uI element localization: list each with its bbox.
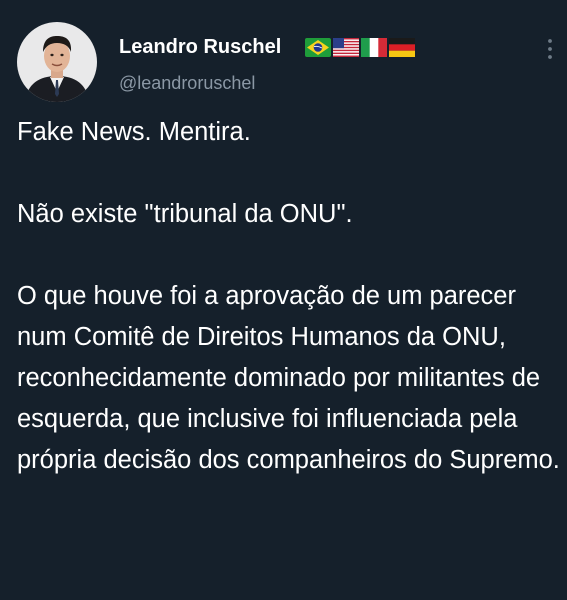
author-handle[interactable]: @leandroruschel: [119, 72, 255, 94]
avatar[interactable]: [17, 22, 97, 102]
avatar-photo: [17, 22, 97, 102]
more-vertical-icon[interactable]: [544, 36, 556, 62]
tweet-body: Fake News. Mentira. Não existe "tribunal…: [17, 112, 562, 481]
italy-flag-icon: [361, 38, 387, 57]
tweet-paragraph: O que houve foi a aprovação de um parece…: [17, 282, 560, 474]
flag-emojis: [305, 38, 415, 57]
tweet-paragraph: Fake News. Mentira.: [17, 118, 251, 146]
brazil-flag-icon: [305, 38, 331, 57]
usa-flag-icon: [333, 38, 359, 57]
tweet-card: Leandro Ruschel @leandroruschel Fake New…: [0, 0, 567, 600]
germany-flag-icon: [389, 38, 415, 57]
author-name[interactable]: Leandro Ruschel: [119, 35, 281, 59]
tweet-paragraph: Não existe "tribunal da ONU".: [17, 200, 353, 228]
